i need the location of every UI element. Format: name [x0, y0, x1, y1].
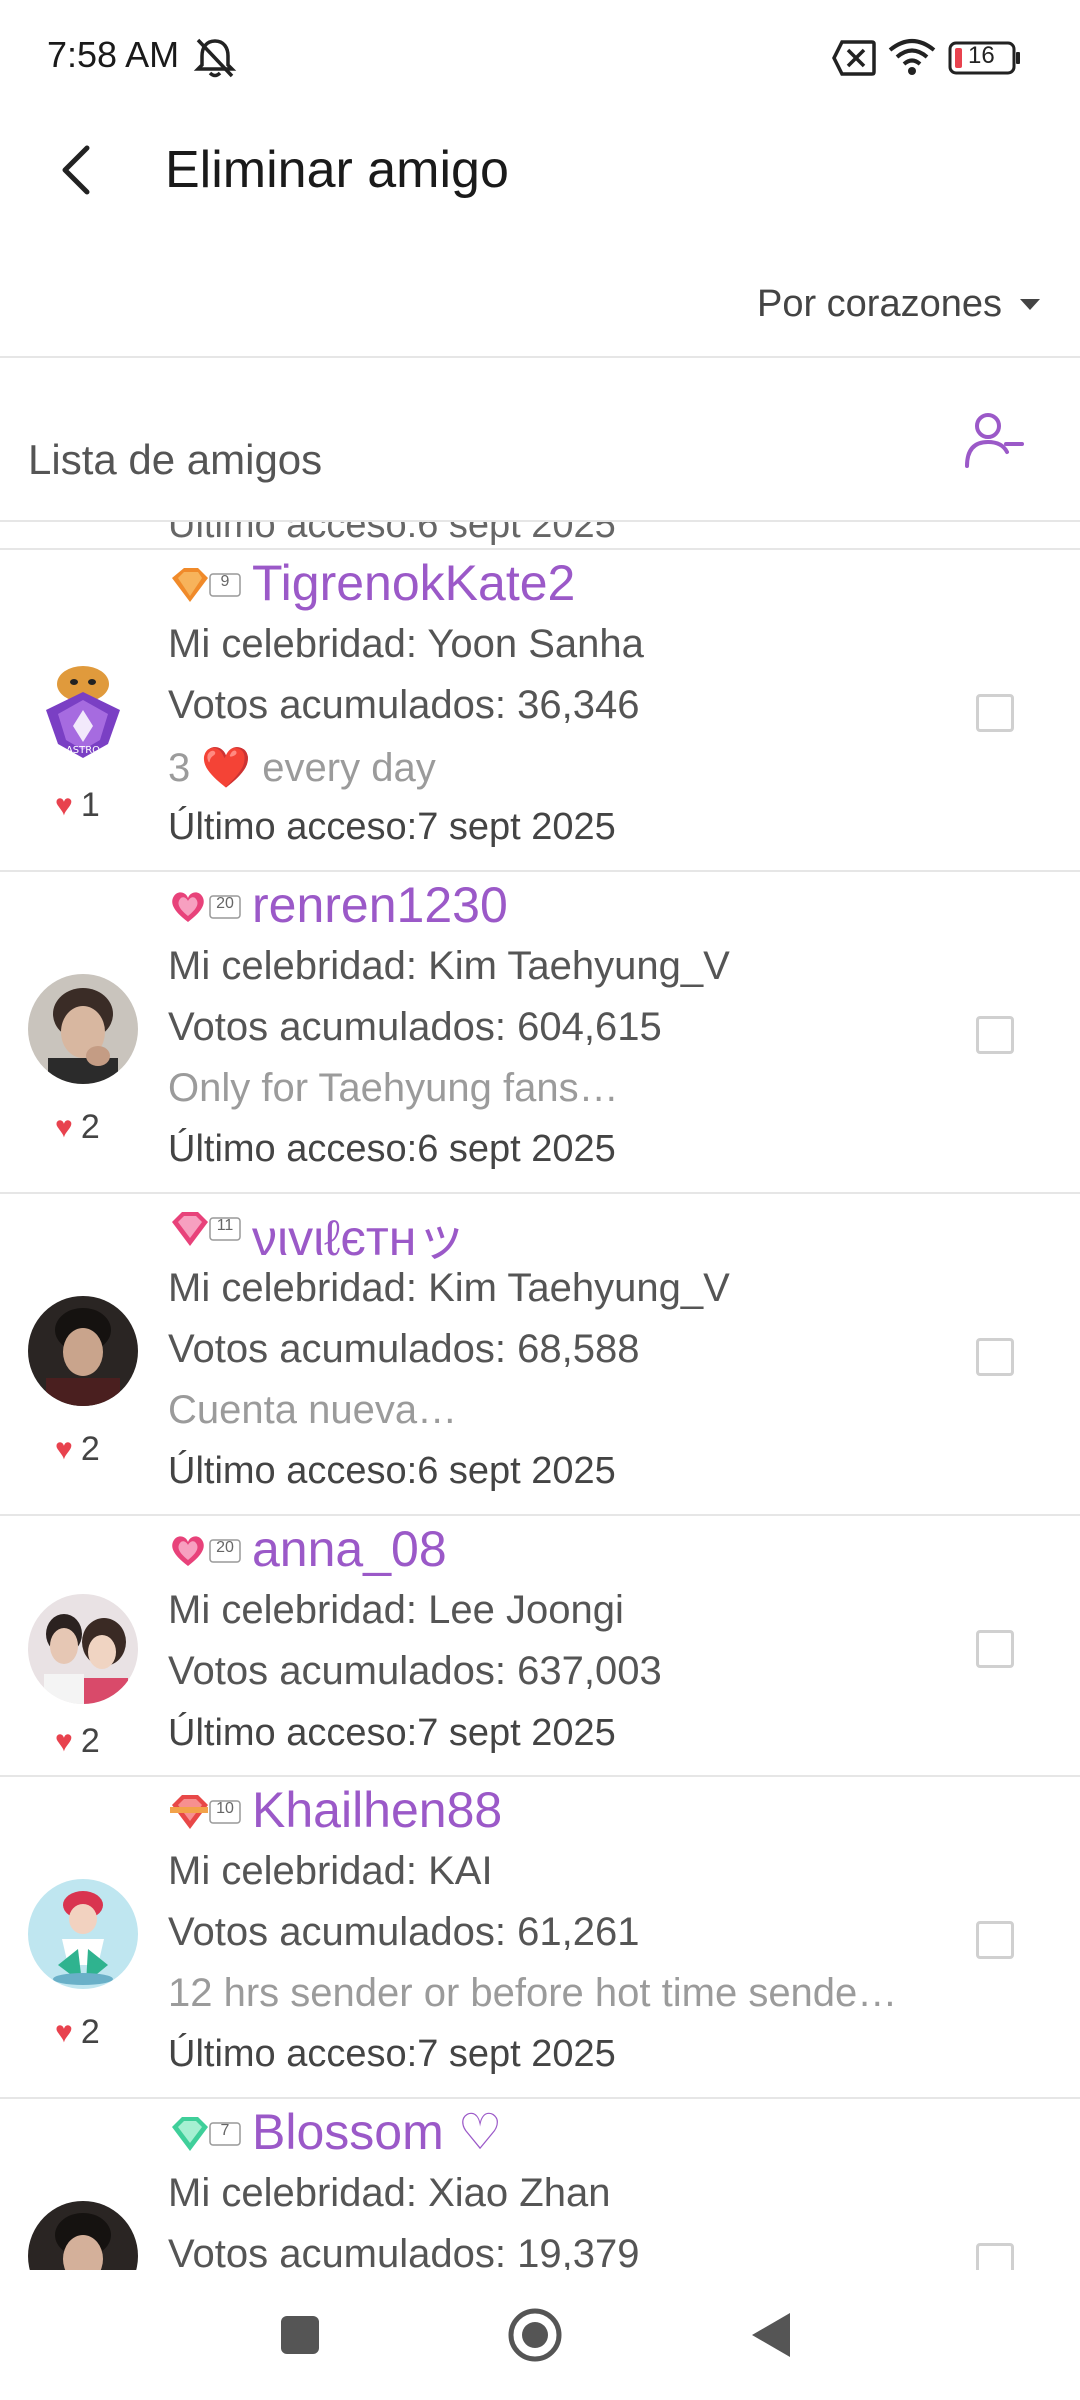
wifi-icon	[888, 38, 936, 81]
chevron-down-icon	[1020, 298, 1040, 310]
heart-icon: ♥	[55, 1432, 73, 1466]
avatar: ASTRO	[28, 652, 138, 762]
friend-votes: Votos acumulados: 36,346	[168, 683, 640, 727]
friend-nickname: Khailhen88	[252, 1782, 503, 1838]
friend-votes: Votos acumulados: 604,615	[168, 1005, 662, 1049]
friend-votes: Votos acumulados: 61,261	[168, 1910, 640, 1954]
avatar	[28, 974, 138, 1084]
friend-row[interactable]: ♥ 2 10 Khailhen88 Mi celebridad: KAI Vot…	[0, 1777, 1080, 2099]
navigation-bar	[0, 2270, 1080, 2400]
friend-last-access: Último acceso:7 sept 2025	[168, 806, 616, 848]
friend-nickname: renren1230	[252, 877, 508, 933]
heart-icon: ♥	[55, 788, 73, 822]
level-number: 20	[216, 895, 234, 912]
select-checkbox[interactable]	[976, 1016, 1014, 1054]
friend-list[interactable]: Último acceso:6 sept 2025 ASTRO ♥ 1 9 Ti…	[0, 522, 1080, 2270]
level-badge: 11	[168, 1208, 242, 1248]
select-checkbox[interactable]	[976, 1921, 1014, 1959]
list-header-label: Lista de amigos	[28, 436, 323, 483]
friend-greeting: Cuenta nueva…	[168, 1388, 458, 1432]
level-number: 20	[216, 1539, 234, 1556]
level-number: 7	[220, 2122, 230, 2139]
home-circle-icon[interactable]	[507, 2307, 563, 2368]
screen: 7:58 AM 16 Eliminar amigo Por corazones …	[0, 0, 1080, 2400]
friend-row[interactable]: 7 Blossom ♡ Mi celebridad: Xiao Zhan Vot…	[0, 2099, 1080, 2270]
heart-icon: ♥	[55, 1724, 73, 1758]
divider	[0, 356, 1080, 358]
friend-celebrity: Mi celebridad: Kim Taehyung_V	[168, 944, 730, 988]
friend-greeting: 12 hrs sender or before hot time sende…	[168, 1971, 898, 2015]
battery-level: 16	[968, 42, 995, 69]
level-number: 11	[216, 1217, 234, 1234]
friend-row[interactable]: ♥ 2 20 renren1230 Mi celebridad: Kim Tae…	[0, 872, 1080, 1194]
remove-friend-icon[interactable]	[962, 408, 1026, 472]
back-triangle-icon[interactable]	[750, 2311, 792, 2364]
svg-text:ASTRO: ASTRO	[66, 745, 100, 756]
friend-nickname: Blossom ♡	[252, 2104, 503, 2160]
level-number: 9	[220, 573, 230, 590]
friend-nickname: TigrenokKate2	[252, 555, 576, 611]
level-number: 10	[216, 1800, 234, 1817]
no-sim-icon	[832, 40, 876, 81]
friend-last-access: Último acceso:6 sept 2025	[168, 1128, 616, 1170]
avatar	[28, 2201, 138, 2270]
friend-votes: Votos acumulados: 19,379	[168, 2232, 640, 2270]
back-button[interactable]	[45, 130, 115, 210]
friend-last-access: Último acceso:6 sept 2025	[168, 1450, 616, 1492]
friend-nickname: anna_08	[252, 1521, 447, 1577]
level-badge: 7	[168, 2113, 242, 2153]
friend-celebrity: Mi celebridad: Xiao Zhan	[168, 2171, 611, 2215]
select-checkbox[interactable]	[976, 1630, 1014, 1668]
friend-greeting: Only for Taehyung fans…	[168, 1066, 619, 1110]
select-checkbox[interactable]	[976, 694, 1014, 732]
sort-dropdown[interactable]: Por corazones	[757, 278, 1040, 330]
friend-votes: Votos acumulados: 68,588	[168, 1327, 640, 1371]
level-badge: 10	[168, 1791, 242, 1831]
partial-row-last-access: Último acceso:6 sept 2025	[168, 522, 616, 546]
avatar	[28, 1296, 138, 1406]
heart-count: ♥ 2	[55, 1430, 100, 1468]
friend-celebrity: Mi celebridad: KAI	[168, 1849, 493, 1893]
muted-bell-icon	[192, 36, 238, 85]
friend-row[interactable]: ASTRO ♥ 1 9 TigrenokKate2 Mi celebridad:…	[0, 550, 1080, 872]
level-badge: 20	[168, 886, 242, 926]
level-badge: 20	[168, 1530, 242, 1570]
status-bar: 7:58 AM 16	[0, 0, 1080, 115]
heart-icon: ♥	[55, 1110, 73, 1144]
friend-celebrity: Mi celebridad: Kim Taehyung_V	[168, 1266, 730, 1310]
friend-nickname: νιvιℓєтнッ	[252, 1210, 467, 1266]
select-checkbox[interactable]	[976, 2243, 1014, 2270]
heart-count: ♥ 2	[55, 2013, 100, 2051]
status-time: 7:58 AM	[47, 34, 180, 75]
friend-row[interactable]: ♥ 2 11 νιvιℓєтнッ Mi celebridad: Kim Taeh…	[0, 1194, 1080, 1516]
friend-greeting: 3 ❤️ every day	[168, 746, 436, 790]
friend-last-access: Último acceso:7 sept 2025	[168, 2033, 616, 2075]
avatar	[28, 1594, 138, 1704]
heart-count: ♥ 1	[55, 786, 100, 824]
avatar	[28, 1879, 138, 1989]
heart-count: ♥ 2	[55, 1108, 100, 1146]
heart-count: ♥ 2	[55, 1722, 100, 1760]
sort-label: Por corazones	[756, 282, 1002, 325]
page-title: Eliminar amigo	[165, 141, 509, 199]
friend-votes: Votos acumulados: 637,003	[168, 1649, 662, 1693]
recents-square-icon[interactable]	[279, 2314, 321, 2361]
friend-last-access: Último acceso:7 sept 2025	[168, 1712, 616, 1754]
friend-row[interactable]: ♥ 2 20 anna_08 Mi celebridad: Lee Joongi…	[0, 1516, 1080, 1777]
friend-celebrity: Mi celebridad: Lee Joongi	[168, 1588, 624, 1632]
back-arrow-icon	[62, 145, 90, 195]
level-badge: 9	[168, 564, 242, 604]
heart-icon: ♥	[55, 2015, 73, 2049]
select-checkbox[interactable]	[976, 1338, 1014, 1376]
friend-celebrity: Mi celebridad: Yoon Sanha	[168, 622, 644, 666]
